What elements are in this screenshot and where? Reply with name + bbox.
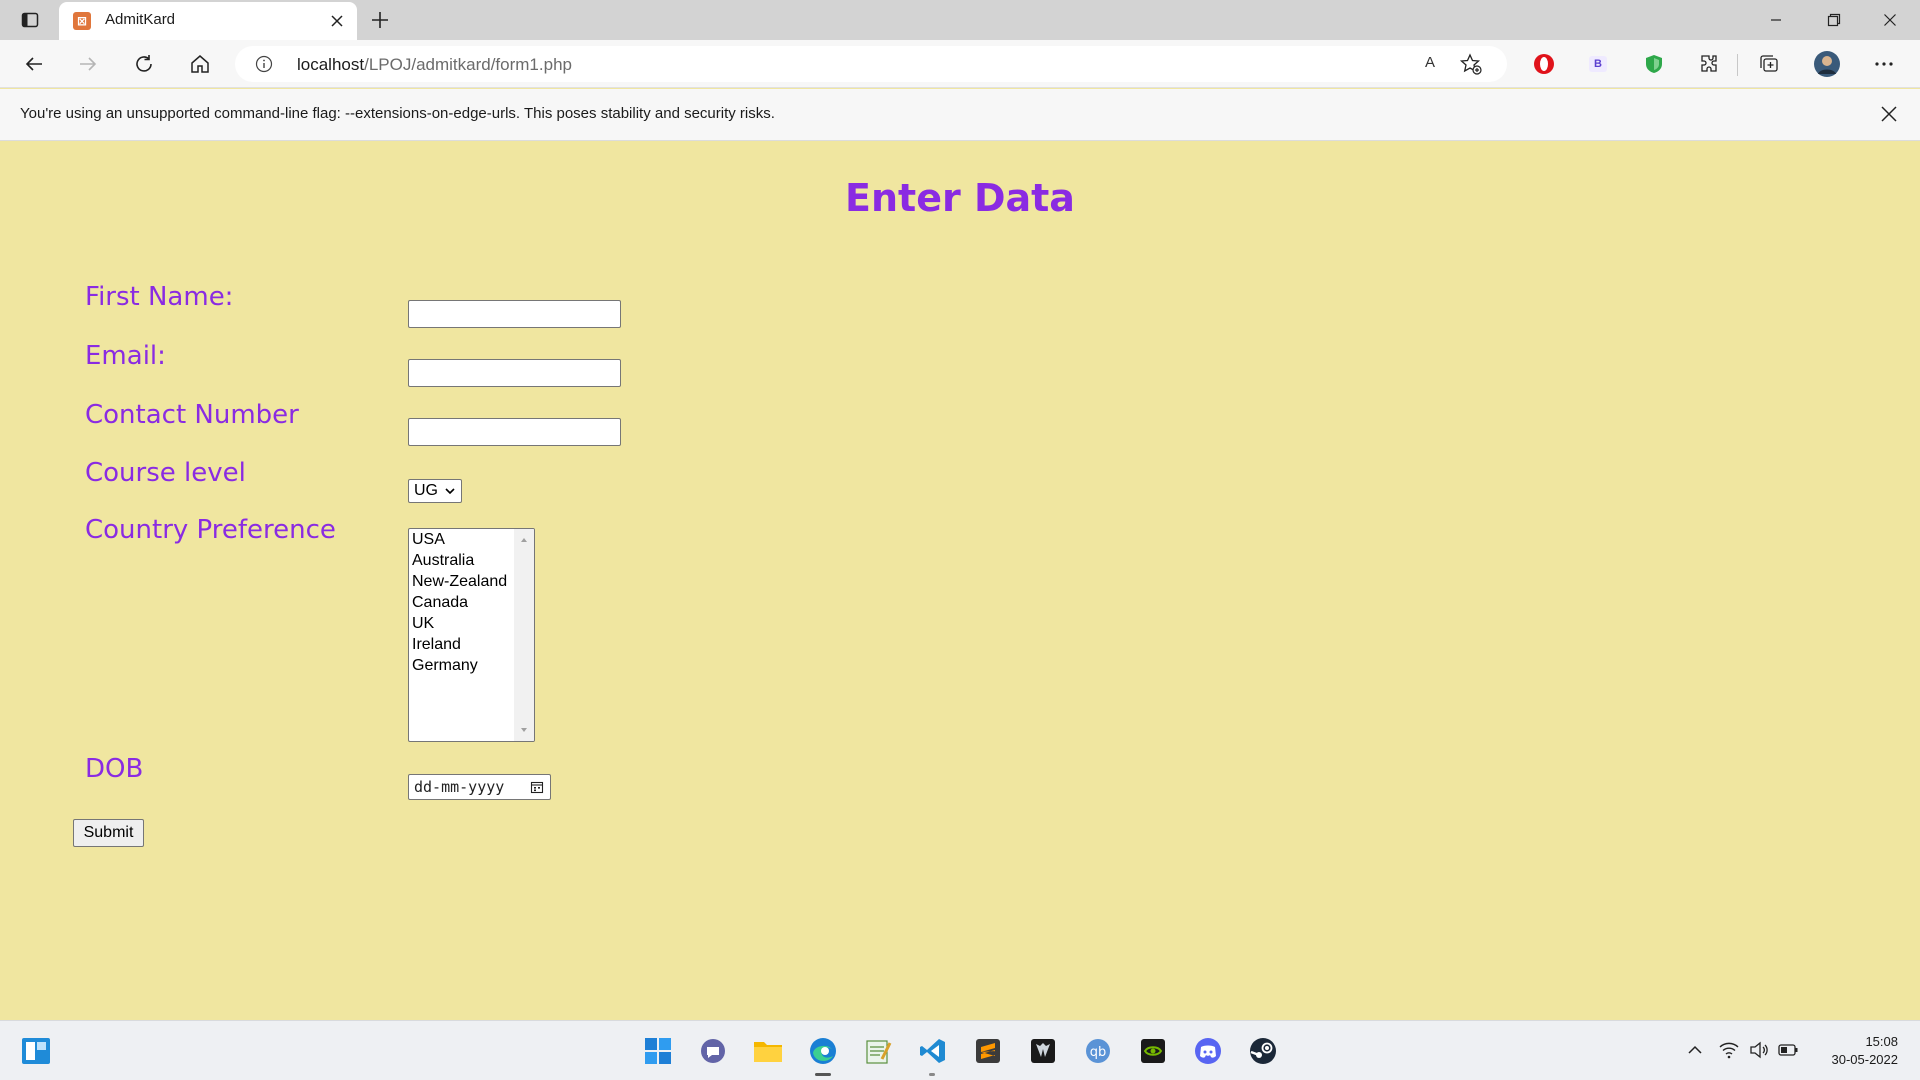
windows-taskbar: qb 15:08 30-05-2022 <box>0 1020 1920 1080</box>
tab-title: AdmitKard <box>105 11 176 28</box>
page-title: Enter Data <box>845 176 1075 220</box>
scroll-down-icon[interactable] <box>519 725 529 735</box>
contact-number-label: Contact Number <box>85 400 299 430</box>
country-preference-listbox[interactable]: USA Australia New-Zealand Canada UK Irel… <box>408 528 535 742</box>
tab-close-icon[interactable] <box>327 11 347 31</box>
close-window-button[interactable] <box>1862 0 1918 40</box>
submit-button[interactable]: Submit <box>73 819 144 847</box>
profile-avatar[interactable] <box>1813 50 1841 78</box>
restore-button[interactable] <box>1806 0 1862 40</box>
more-options-icon[interactable] <box>1870 50 1898 78</box>
site-info-icon[interactable] <box>255 55 273 73</box>
listbox-scrollbar[interactable] <box>514 529 534 741</box>
contact-number-field[interactable] <box>408 418 621 446</box>
clock-date: 30-05-2022 <box>1831 1052 1899 1067</box>
show-hidden-icons-icon[interactable] <box>1684 1039 1706 1061</box>
infobar-close-icon[interactable] <box>1878 103 1900 125</box>
page-content: Enter Data First Name: Email: Contact Nu… <box>0 142 1920 1020</box>
predator-icon[interactable] <box>1027 1035 1059 1067</box>
new-tab-button[interactable] <box>366 6 394 34</box>
chevron-down-icon <box>445 488 455 495</box>
nvidia-icon[interactable] <box>1137 1035 1169 1067</box>
vscode-icon[interactable] <box>917 1035 949 1067</box>
steam-icon[interactable] <box>1247 1035 1279 1067</box>
edge-active-indicator <box>815 1073 831 1076</box>
dob-label: DOB <box>85 754 144 784</box>
b-extension-label: B <box>1589 56 1607 72</box>
system-clock[interactable]: 15:08 30-05-2022 <box>1832 1033 1899 1069</box>
widgets-icon[interactable] <box>20 1035 52 1067</box>
edge-icon[interactable] <box>807 1035 839 1067</box>
svg-text:qb: qb <box>1090 1045 1107 1060</box>
vscode-running-indicator <box>929 1073 935 1076</box>
browser-toolbar: localhost/LPOJ/admitkard/form1.php A B <box>0 40 1920 88</box>
email-field[interactable] <box>408 359 621 387</box>
email-label: Email: <box>85 341 166 371</box>
tab-admitkard[interactable]: ⊠ AdmitKard <box>59 2 357 40</box>
course-level-select[interactable]: UG <box>408 479 462 503</box>
infobar-message: You're using an unsupported command-line… <box>20 105 775 122</box>
shield-extension-icon[interactable] <box>1640 50 1668 78</box>
first-name-field[interactable] <box>408 300 621 328</box>
dob-placeholder: dd-mm-yyyy <box>414 778 505 796</box>
xampp-favicon-icon: ⊠ <box>73 12 91 30</box>
minimize-button[interactable] <box>1748 0 1804 40</box>
tab-strip: ⊠ AdmitKard <box>0 0 1920 40</box>
address-bar[interactable]: localhost/LPOJ/admitkard/form1.php A <box>235 46 1507 82</box>
clock-time: 15:08 <box>1865 1034 1898 1049</box>
chat-icon[interactable] <box>697 1035 729 1067</box>
wifi-icon[interactable] <box>1718 1039 1740 1061</box>
volume-icon[interactable] <box>1748 1039 1770 1061</box>
toolbar-divider <box>1737 54 1738 76</box>
tab-actions-icon[interactable] <box>18 8 42 32</box>
sublime-icon[interactable] <box>972 1035 1004 1067</box>
battery-icon[interactable] <box>1777 1039 1799 1061</box>
b-extension-icon[interactable]: B <box>1584 50 1612 78</box>
forward-icon[interactable] <box>74 50 102 78</box>
url-text[interactable]: localhost/LPOJ/admitkard/form1.php <box>297 55 572 75</box>
extensions-icon[interactable] <box>1695 50 1723 78</box>
home-icon[interactable] <box>186 50 214 78</box>
calendar-icon[interactable] <box>530 780 544 794</box>
course-level-label: Course level <box>85 458 246 488</box>
country-preference-label: Country Preference <box>85 515 336 545</box>
refresh-icon[interactable] <box>130 50 158 78</box>
qbittorrent-icon[interactable]: qb <box>1082 1035 1114 1067</box>
add-favorite-icon[interactable] <box>1459 52 1483 76</box>
back-icon[interactable] <box>20 50 48 78</box>
url-path: /LPOJ/admitkard/form1.php <box>364 55 572 74</box>
first-name-label: First Name: <box>85 282 234 312</box>
read-aloud-icon[interactable]: A <box>1425 54 1435 71</box>
opera-extension-icon[interactable] <box>1530 50 1558 78</box>
course-level-value: UG <box>414 482 438 499</box>
notepad-icon[interactable] <box>862 1035 894 1067</box>
scroll-up-icon[interactable] <box>519 535 529 545</box>
warning-infobar: You're using an unsupported command-line… <box>0 89 1920 141</box>
collections-icon[interactable] <box>1755 50 1783 78</box>
dob-date-field[interactable]: dd-mm-yyyy <box>408 774 551 800</box>
url-host: localhost <box>297 55 365 74</box>
start-icon[interactable] <box>642 1035 674 1067</box>
file-explorer-icon[interactable] <box>752 1035 784 1067</box>
discord-icon[interactable] <box>1192 1035 1224 1067</box>
